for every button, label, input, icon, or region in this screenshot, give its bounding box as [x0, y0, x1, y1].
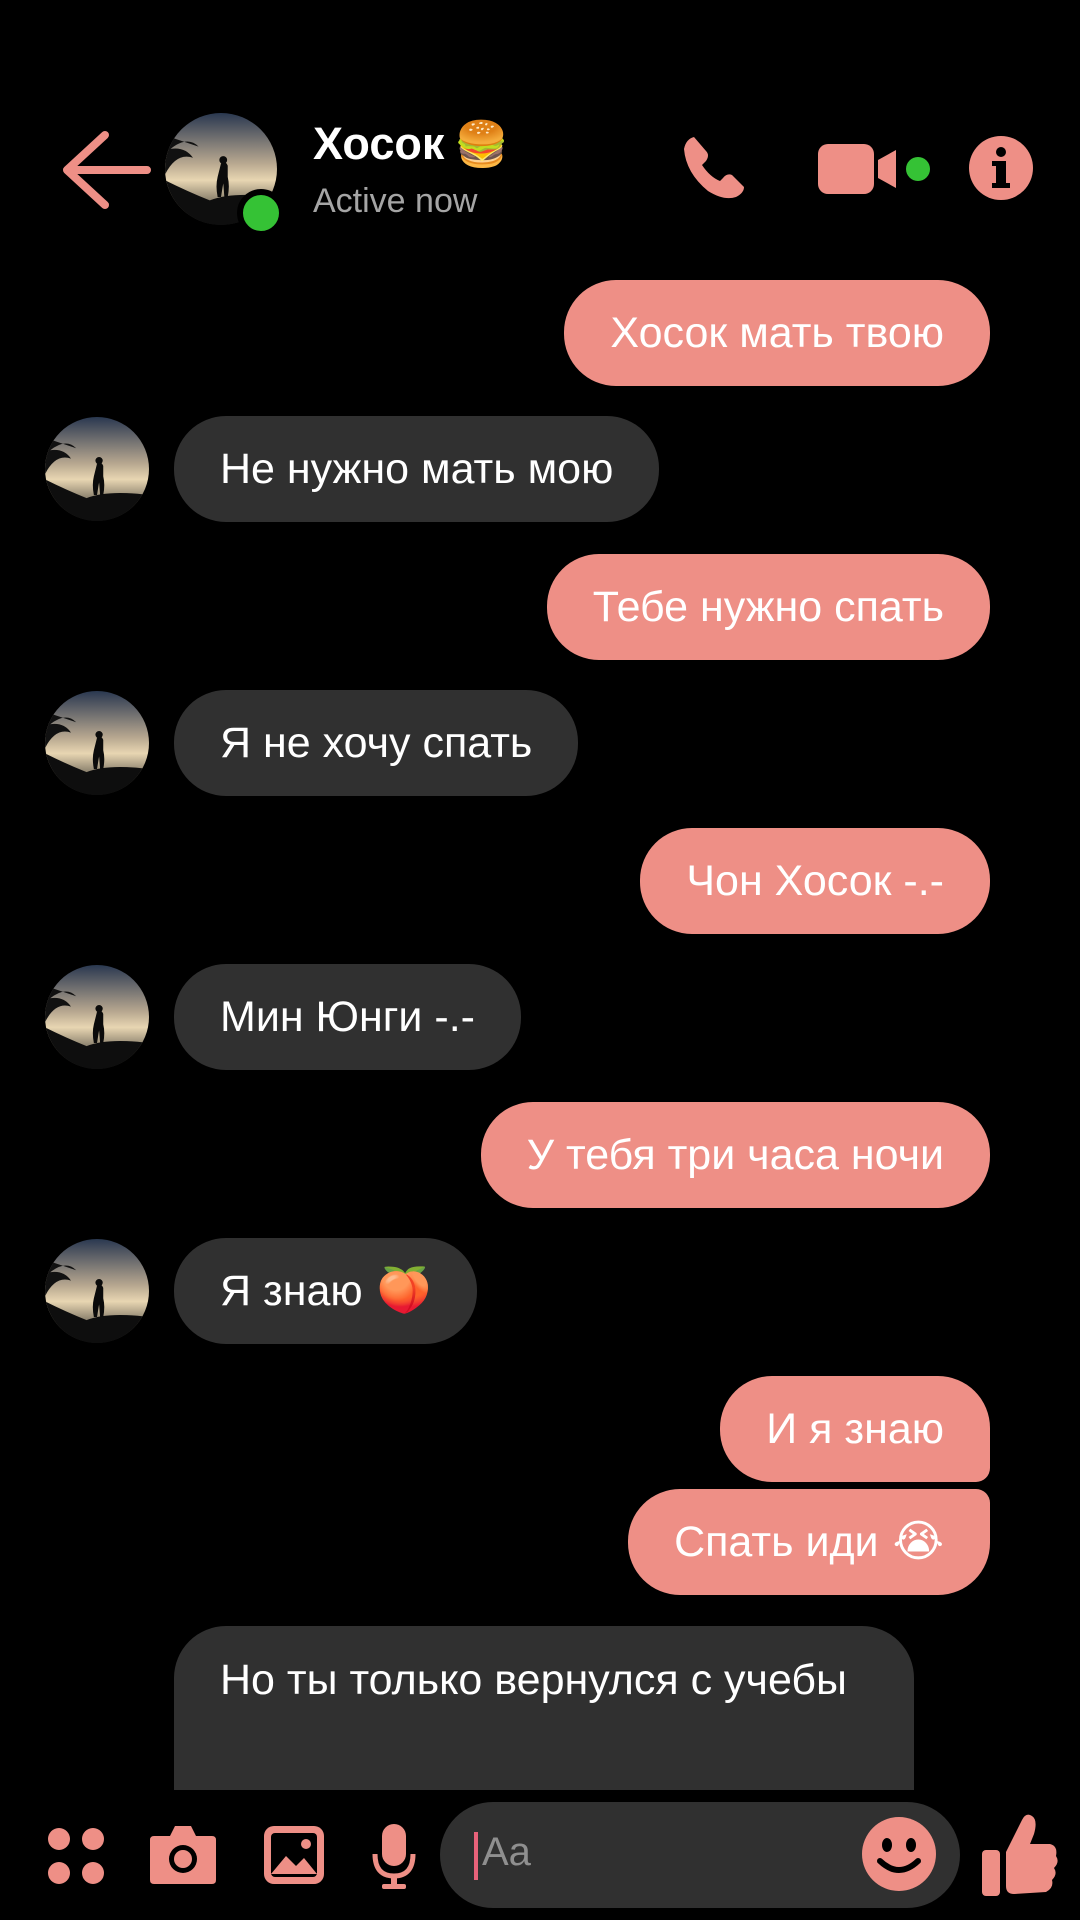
message-outgoing[interactable]: Спать иди 😭 — [628, 1489, 990, 1595]
message-outgoing[interactable]: Хосок мать твою — [564, 280, 990, 386]
message-outgoing[interactable]: Чон Хосок -.- — [640, 828, 990, 934]
message-text: Не нужно мать мою — [220, 445, 614, 493]
sender-avatar[interactable] — [45, 965, 149, 1069]
message-outgoing[interactable]: И я знаю — [720, 1376, 990, 1482]
message-text: Спать иди — [674, 1518, 879, 1566]
message-text: Хосок мать твою — [610, 309, 944, 357]
contact-name-text: Хосок — [313, 118, 445, 169]
sender-avatar[interactable] — [45, 417, 149, 521]
back-arrow-icon[interactable] — [55, 125, 155, 215]
phone-icon[interactable] — [680, 133, 750, 203]
microphone-icon[interactable] — [372, 1822, 416, 1890]
text-cursor — [474, 1832, 478, 1880]
sender-avatar[interactable] — [45, 1239, 149, 1343]
camera-icon[interactable] — [148, 1822, 218, 1886]
chat-screen: Хосок 🍔 Active now Хосок мать твою Не нуж… — [0, 0, 1080, 1920]
message-text: И я знаю — [766, 1405, 944, 1453]
online-indicator — [237, 189, 285, 237]
info-icon[interactable] — [968, 135, 1034, 201]
video-camera-icon[interactable] — [818, 142, 938, 198]
message-incoming[interactable]: Я знаю 🍑 — [174, 1238, 478, 1344]
message-text: Чон Хосок -.- — [686, 857, 944, 905]
message-text: Я знаю — [220, 1267, 363, 1315]
message-incoming[interactable]: Мин Юнги -.- — [174, 964, 521, 1070]
crying-face-emoji: 😭 — [892, 1517, 944, 1566]
message-text: Но ты только вернулся с учебы — [220, 1656, 847, 1704]
apps-icon[interactable] — [46, 1826, 106, 1886]
contact-name[interactable]: Хосок 🍔 — [313, 118, 509, 170]
message-text: Тебе нужно спать — [592, 583, 944, 631]
smile-icon[interactable] — [860, 1815, 938, 1893]
message-text: Я не хочу спать — [220, 719, 533, 767]
burger-emoji: 🍔 — [454, 120, 510, 169]
peach-emoji: 🍑 — [376, 1266, 432, 1315]
message-incoming[interactable]: Я не хочу спать — [174, 690, 579, 796]
message-text: Мин Юнги -.- — [220, 993, 475, 1041]
thumbs-up-icon[interactable] — [980, 1810, 1060, 1900]
message-incoming[interactable]: Но ты только вернулся с учебы — [174, 1626, 914, 1790]
sender-avatar[interactable] — [45, 691, 149, 795]
message-outgoing[interactable]: Тебе нужно спать — [546, 554, 990, 660]
message-outgoing[interactable]: У тебя три часа ночи — [480, 1102, 990, 1208]
message-incoming[interactable]: Не нужно мать мою — [174, 416, 660, 522]
message-input-placeholder: Aa — [482, 1830, 531, 1874]
gallery-icon[interactable] — [262, 1824, 326, 1886]
chat-header: Хосок 🍔 Active now — [0, 0, 1080, 250]
contact-status: Active now — [313, 182, 478, 220]
message-text: У тебя три часа ночи — [526, 1131, 944, 1179]
